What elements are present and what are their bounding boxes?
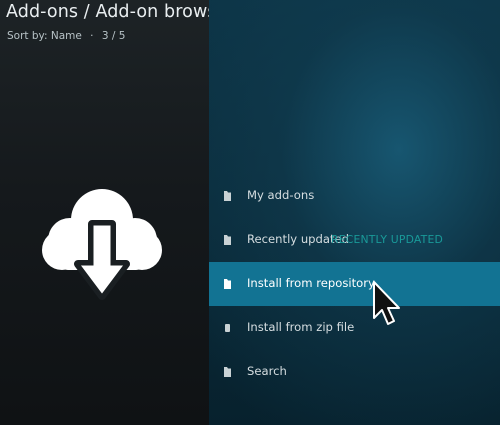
menu-item-search[interactable]: Search	[209, 350, 500, 394]
folder-icon	[224, 367, 231, 377]
folder-icon	[224, 235, 231, 245]
menu-item-label: Search	[247, 364, 287, 378]
folder-icon	[224, 191, 231, 201]
sort-info: Sort by: Name · 3 / 5	[7, 30, 125, 42]
left-pane: Add-ons / Add-on browser Sort by: Name ·…	[0, 0, 235, 425]
menu-item-install-from-zip[interactable]: Install from zip file	[209, 306, 500, 350]
file-icon	[225, 324, 230, 332]
menu-item-ghost-label: Recently updated	[331, 233, 443, 246]
page-title: Add-ons / Add-on browser	[6, 2, 235, 22]
item-position: 3 / 5	[101, 30, 126, 42]
mouse-pointer-icon	[373, 281, 400, 325]
menu-item-label: Install from zip file	[247, 320, 355, 334]
folder-icon	[224, 279, 231, 289]
menu-item-recently-updated[interactable]: Recently updated Recently updated	[209, 218, 500, 262]
menu-item-install-from-repository[interactable]: Install from repository	[209, 262, 500, 306]
separator-dot: ·	[90, 30, 94, 42]
addon-browser-window: Add-ons / Add-on browser Sort by: Name ·…	[0, 0, 500, 425]
sort-by-label[interactable]: Sort by: Name	[7, 30, 82, 42]
cloud-download-icon	[42, 189, 162, 300]
addon-menu: My add-ons Recently updated Recently upd…	[209, 174, 500, 394]
menu-item-label: My add-ons	[247, 188, 315, 202]
menu-item-label: Install from repository	[247, 276, 375, 290]
menu-item-my-addons[interactable]: My add-ons	[209, 174, 500, 218]
